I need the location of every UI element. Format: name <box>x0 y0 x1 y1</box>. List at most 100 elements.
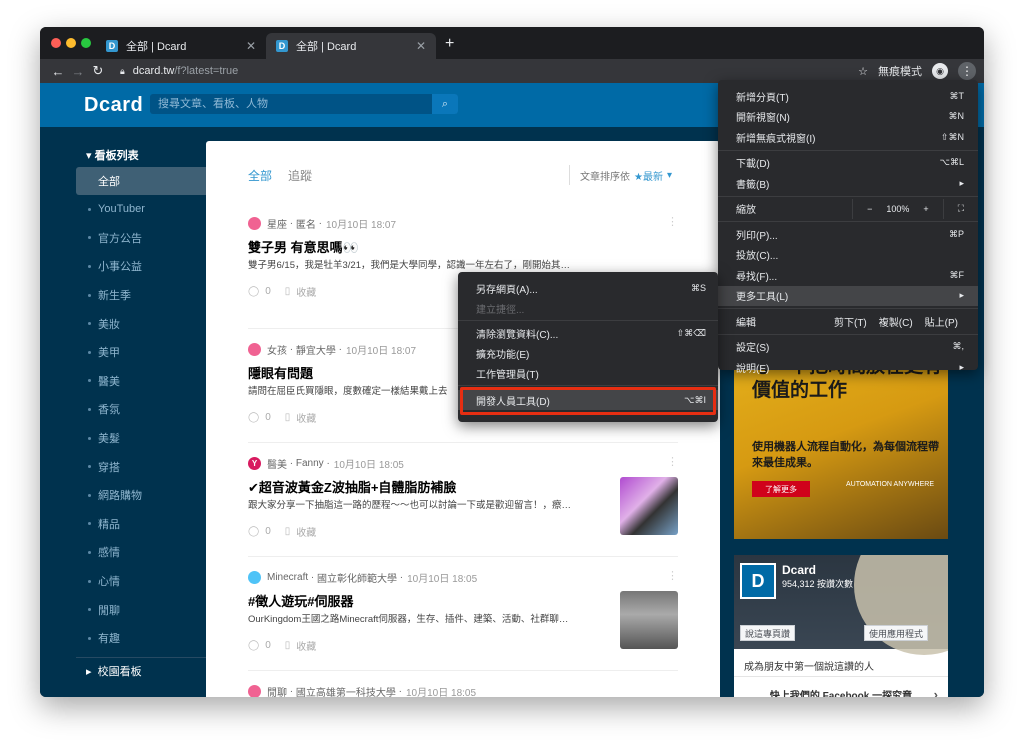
facebook-cta-link[interactable]: 快上我們的 Facebook 一探究竟 › <box>734 681 948 698</box>
post-item[interactable]: Minecraft · 國立彰化師範大學 · 10月10日 18:05 ⋮ #徵人… <box>248 557 678 671</box>
post-author: 靜宜大學 <box>295 345 336 357</box>
post-title[interactable]: 雙子男 有意思嗎👀 <box>248 237 678 255</box>
search-input[interactable] <box>150 94 432 114</box>
facebook-widget: D Dcard 954,312 按讚次數 說這專頁讚 使用應用程式 成為朋友中第… <box>734 555 948 697</box>
submenu-create-shortcut: 建立捷徑... <box>476 304 525 316</box>
save-label[interactable]: 收藏 <box>296 284 316 299</box>
incognito-icon[interactable]: ◉ <box>932 63 948 79</box>
sidebar-item-label: 香氛 <box>98 404 120 417</box>
zoom-in-button[interactable]: + <box>923 204 928 214</box>
close-icon[interactable]: ✕ <box>416 39 426 53</box>
sort-dropdown[interactable]: 文章排序依 ★最新 ▾ <box>569 165 672 185</box>
url-path: /f?latest=true <box>174 65 239 77</box>
post-title[interactable]: #徵人遊玩#伺服器 <box>248 591 678 609</box>
ad-learn-more-button[interactable]: 了解更多 <box>752 481 810 497</box>
facebook-page-name[interactable]: Dcard <box>782 563 816 577</box>
search-icon[interactable]: ⌕ <box>432 94 458 114</box>
like-icon[interactable]: ◯ <box>248 526 259 537</box>
minimize-window-button[interactable] <box>66 38 76 48</box>
post-board: 閒聊 <box>267 687 287 698</box>
paste-button[interactable]: 貼上(P) <box>919 314 964 329</box>
menu-new-window[interactable]: 開新視窗(N) ⌘N <box>718 107 978 128</box>
post-thumbnail[interactable] <box>620 591 678 649</box>
forward-arrow-icon[interactable]: → <box>68 64 88 79</box>
save-label[interactable]: 收藏 <box>296 524 316 539</box>
avatar <box>248 684 261 697</box>
menu-new-incognito[interactable]: 新增無痕式視窗(I) ⇧⌘N <box>718 127 978 148</box>
new-tab-icon[interactable]: + <box>445 35 454 53</box>
back-arrow-icon[interactable]: ← <box>48 64 68 79</box>
reload-icon[interactable]: ↻ <box>88 63 108 79</box>
like-icon[interactable]: ◯ <box>248 286 259 297</box>
menu-print[interactable]: 列印(P)... ⌘P <box>718 224 978 245</box>
lock-icon: 🔒︎ <box>120 65 125 76</box>
bookmark-icon[interactable]: ▯ <box>285 526 291 537</box>
bookmark-icon[interactable]: ▯ <box>285 640 291 651</box>
close-window-button[interactable] <box>51 38 61 48</box>
incognito-label: 無痕模式 <box>878 66 922 78</box>
sidebar-item-label: 小事公益 <box>98 261 142 274</box>
like-icon[interactable]: ◯ <box>248 640 259 651</box>
facebook-like-button[interactable]: 說這專頁讚 <box>740 625 796 641</box>
address-bar[interactable]: 🔒︎ dcard.tw/f?latest=true <box>120 63 238 79</box>
more-icon[interactable]: ⋮ <box>667 215 678 228</box>
close-icon[interactable]: ✕ <box>246 39 256 53</box>
sidebar-item-label: 閒聊 <box>98 604 120 617</box>
sidebar-item-label: 官方公告 <box>98 232 142 245</box>
menu-zoom: 縮放 − 100% + ⛶ <box>718 198 978 220</box>
maximize-window-button[interactable] <box>81 38 91 48</box>
zoom-out-button[interactable]: − <box>867 204 872 214</box>
copy-button[interactable]: 複製(C) <box>873 314 919 329</box>
post-item[interactable]: Y 醫美 · Fanny · 10月10日 18:05 ⋮ ✔超音波黃金Z波抽脂+… <box>248 443 678 557</box>
avatar: Y <box>248 456 261 470</box>
tab-following[interactable]: 追蹤 <box>288 167 312 184</box>
sidebar-item-label: 全部 <box>98 176 120 188</box>
dcard-favicon-icon: D <box>106 40 118 52</box>
browser-tab-2[interactable]: D 全部 | Dcard ✕ <box>266 33 436 59</box>
menu-bookmarks[interactable]: 書籤(B) ▸ <box>718 173 978 194</box>
facebook-like-count: 954,312 按讚次數 <box>782 579 854 589</box>
more-icon[interactable]: ⋮ <box>667 455 678 468</box>
submenu-extensions[interactable]: 擴充功能(E) <box>458 343 718 363</box>
submenu-clear-browsing-data[interactable]: 清除瀏覽資料(C)... ⇧⌘⌫ <box>458 323 718 343</box>
submenu-task-manager[interactable]: 工作管理員(T) <box>458 363 718 383</box>
campus-boards-label: 校園看板 <box>97 666 142 678</box>
post-item[interactable]: 閒聊 · 國立高雄第一科技大學 · 10月10日 18:05 <box>248 671 678 697</box>
post-time: 10月10日 18:07 <box>326 219 397 231</box>
facebook-app-button[interactable]: 使用應用程式 <box>864 625 929 641</box>
menu-settings[interactable]: 設定(S) ⌘, <box>718 337 978 358</box>
post-board: Minecraft <box>267 571 309 583</box>
ad-body: 使用機器人流程自動化，為每個流程帶來最佳成果。 <box>752 441 939 469</box>
menu-edit: 編輯 剪下(T) 複製(C) 貼上(P) <box>718 311 978 332</box>
menu-more-tools[interactable]: 更多工具(L) ▸ <box>718 285 978 306</box>
post-title[interactable]: ✔超音波黃金Z波抽脂+自體脂肪補臉 <box>248 477 678 495</box>
submenu-save-page[interactable]: 另存網頁(A)... ⌘S <box>458 278 718 298</box>
post-time: 10月10日 18:07 <box>346 345 417 357</box>
menu-cast[interactable]: 投放(C)... <box>718 245 978 266</box>
cut-button[interactable]: 剪下(T) <box>828 314 873 329</box>
like-icon[interactable]: ◯ <box>248 412 259 423</box>
sidebar-item-label: 精品 <box>98 518 120 531</box>
more-icon[interactable]: ⋮ <box>667 569 678 582</box>
bookmark-star-icon[interactable]: ☆ <box>858 65 868 78</box>
menu-new-tab[interactable]: 新增分頁(T) ⌘T <box>718 86 978 107</box>
menu-downloads[interactable]: 下載(D) ⌥⌘L <box>718 153 978 174</box>
fullscreen-icon[interactable]: ⛶ <box>958 203 964 214</box>
url-host: dcard.tw <box>132 65 175 77</box>
bookmark-icon[interactable]: ▯ <box>285 412 291 423</box>
dcard-logo[interactable]: Dcard <box>84 94 143 117</box>
menu-help[interactable]: 說明(E) ▸ <box>718 357 978 378</box>
chrome-menu-icon[interactable]: ⋮ <box>958 62 976 80</box>
save-label[interactable]: 收藏 <box>296 410 316 425</box>
facebook-profile-icon[interactable]: D <box>740 563 776 599</box>
post-excerpt: 雙子男6/15，我是牡羊3/21，我們是大學同學，認識一年左右了，剛開始其… <box>248 260 570 271</box>
bookmark-icon[interactable]: ▯ <box>285 286 291 297</box>
menu-find[interactable]: 尋找(F)... ⌘F <box>718 265 978 286</box>
tab-all[interactable]: 全部 <box>248 167 272 184</box>
post-author: Fanny <box>295 457 324 469</box>
post-thumbnail[interactable] <box>620 477 678 535</box>
browser-tab-1[interactable]: D 全部 | Dcard ✕ <box>96 33 266 59</box>
save-label[interactable]: 收藏 <box>296 638 316 653</box>
chrome-main-menu: 新增分頁(T) ⌘T 開新視窗(N) ⌘N 新增無痕式視窗(I) ⇧⌘N 下載(D) ⌥… <box>718 80 978 375</box>
sidebar-item-label: 穿搭 <box>98 461 120 474</box>
